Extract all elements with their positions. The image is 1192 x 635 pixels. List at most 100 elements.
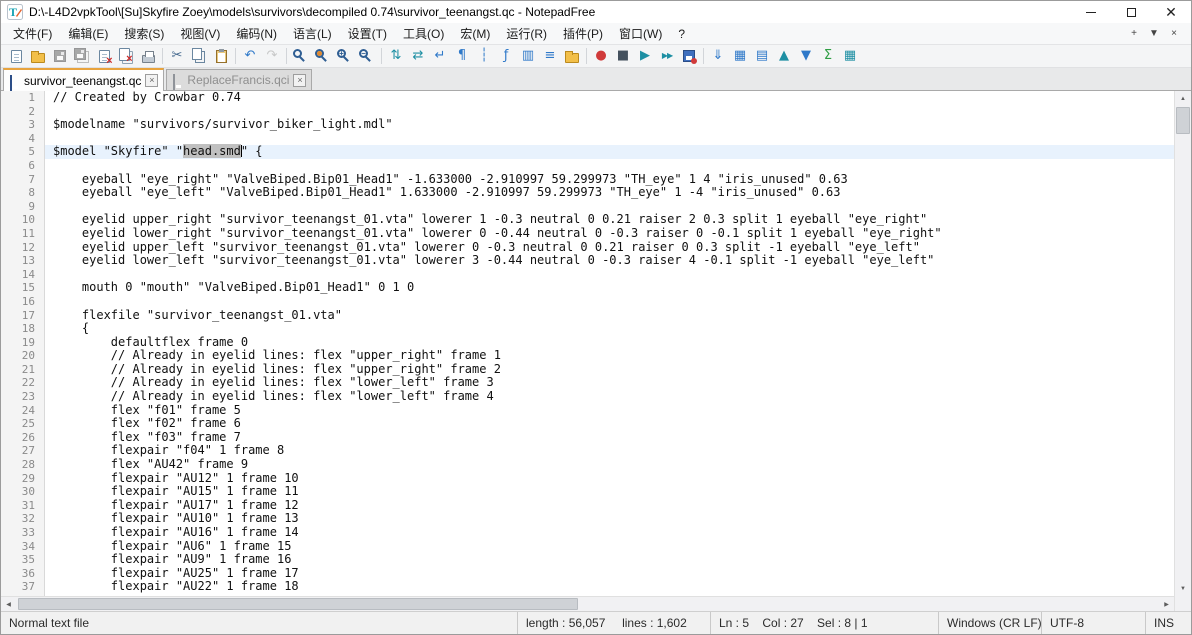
menu-plugins[interactable]: 插件(P) (555, 23, 611, 44)
menu-search[interactable]: 搜索(S) (116, 23, 172, 44)
table-sheet-button[interactable]: ▤ (751, 45, 773, 67)
tab-replacefrancis-qci[interactable]: ReplaceFrancis.qci × (166, 69, 313, 90)
menu-view[interactable]: 视图(V) (172, 23, 228, 44)
tab-close-button[interactable]: × (145, 74, 159, 87)
show-all-chars-button[interactable]: ¶ (451, 45, 473, 67)
menu-encoding[interactable]: 编码(N) (228, 23, 285, 44)
code-line[interactable]: flex "f01" frame 5 (53, 403, 1174, 418)
close-window-button[interactable]: ✕ (1151, 1, 1191, 23)
horizontal-scrollbar[interactable]: ◀ ▶ (1, 596, 1174, 611)
sync-horizontal-scroll-button[interactable]: ⇄ (407, 45, 429, 67)
copy-button[interactable] (188, 45, 210, 67)
close-all-docs-button[interactable] (115, 45, 137, 67)
code-line[interactable]: { (53, 321, 1174, 336)
paste-button[interactable] (210, 45, 232, 67)
code-line[interactable]: eyeball "eye_left" "ValveBiped.Bip01_Hea… (53, 186, 1174, 200)
code-line[interactable]: flexpair "AU9" 1 frame 16 (53, 553, 1174, 567)
zoom-in-button[interactable] (334, 45, 356, 67)
vertical-scroll-thumb[interactable] (1176, 107, 1190, 134)
new-tab-button[interactable]: + (1125, 25, 1143, 42)
close-doc-button[interactable] (93, 45, 115, 67)
code-line[interactable]: // Already in eyelid lines: flex "upper_… (53, 362, 1174, 377)
code-line[interactable]: // Already in eyelid lines: flex "lower_… (53, 389, 1174, 404)
cut-button[interactable]: ✂ (166, 45, 188, 67)
code-line[interactable] (53, 268, 1174, 282)
run-macro-multiple-button[interactable]: ▶▶ (656, 45, 678, 67)
code-line[interactable] (53, 132, 1174, 146)
code-line[interactable]: mouth 0 "mouth" "ValveBiped.Bip01_Head1"… (53, 281, 1174, 295)
menu-tools[interactable]: 工具(O) (395, 23, 452, 44)
menu-language[interactable]: 语言(L) (285, 23, 340, 44)
tab-survivor-teenangst-qc[interactable]: survivor_teenangst.qc × (3, 68, 165, 91)
code-line[interactable]: eyelid upper_left "survivor_teenangst_01… (53, 240, 1174, 255)
code-line[interactable]: flex "AU42" frame 9 (53, 457, 1174, 472)
code-line[interactable]: flexpair "AU6" 1 frame 15 (53, 539, 1174, 554)
code-line[interactable]: flexpair "AU12" 1 frame 10 (53, 471, 1174, 486)
sum-button[interactable]: Σ (817, 45, 839, 67)
menu-edit[interactable]: 编辑(E) (60, 23, 116, 44)
code-line[interactable] (53, 105, 1174, 119)
doc-list-button[interactable]: ≡ (539, 45, 561, 67)
code-line[interactable] (53, 200, 1174, 214)
print-button[interactable] (137, 45, 159, 67)
code-line[interactable]: flexpair "AU17" 1 frame 12 (53, 498, 1174, 513)
code-line[interactable] (53, 295, 1174, 309)
horizontal-scroll-track[interactable] (16, 597, 1159, 611)
code-line[interactable]: flexpair "AU22" 1 frame 18 (53, 580, 1174, 594)
scroll-up-arrow-icon[interactable]: ▲ (1175, 91, 1191, 106)
menu-settings[interactable]: 设置(T) (340, 23, 395, 44)
code-line[interactable]: defaultflex frame 0 (53, 335, 1174, 350)
scroll-down-arrow-icon[interactable]: ▼ (1175, 581, 1191, 596)
code-line[interactable]: flexfile "survivor_teenangst_01.vta" (53, 308, 1174, 323)
sync-vertical-scroll-button[interactable]: ⇅ (385, 45, 407, 67)
vertical-scrollbar[interactable]: ▲ ▼ (1175, 91, 1191, 596)
open-file-button[interactable] (27, 45, 49, 67)
maximize-button[interactable] (1111, 1, 1151, 23)
close-tab-button[interactable]: × (1165, 25, 1183, 42)
code-line[interactable]: flexpair "AU25" 1 frame 17 (53, 566, 1174, 581)
code-line[interactable]: eyelid upper_right "survivor_teenangst_0… (53, 213, 1174, 227)
doc-map-button[interactable]: ▥ (517, 45, 539, 67)
export-doc-button[interactable]: ⇓ (707, 45, 729, 67)
code-line[interactable]: // Created by Crowbar 0.74 (53, 91, 1174, 105)
record-macro-button[interactable]: ● (590, 45, 612, 67)
stop-macro-button[interactable]: ■ (612, 45, 634, 67)
code-line[interactable]: eyeball "eye_right" "ValveBiped.Bip01_He… (53, 172, 1174, 187)
menu-macro[interactable]: 宏(M) (452, 23, 498, 44)
code-line[interactable]: // Already in eyelid lines: flex "lower_… (53, 376, 1174, 390)
indent-guide-button[interactable]: ┆ (473, 45, 495, 67)
text-editor[interactable]: 1 2 3 4 5 6 7 8 9 10 11 12 13 14 15 16 17 18 19 20 21 22 23 24 2… (1, 91, 1174, 596)
sort-ascending-button[interactable]: ▲ (773, 45, 795, 67)
menu-file[interactable]: 文件(F) (5, 23, 60, 44)
menu-window[interactable]: 窗口(W) (611, 23, 670, 44)
table-grid-button[interactable]: ▦ (729, 45, 751, 67)
menu-help[interactable]: ? (670, 23, 693, 44)
menu-run[interactable]: 运行(R) (498, 23, 555, 44)
undo-button[interactable]: ↶ (239, 45, 261, 67)
tab-close-button[interactable]: × (293, 73, 307, 87)
replace-button[interactable] (312, 45, 334, 67)
code-line[interactable]: flex "f02" frame 6 (53, 417, 1174, 431)
code-line[interactable]: flexpair "AU15" 1 frame 11 (53, 485, 1174, 499)
folder-workspace-button[interactable] (561, 45, 583, 67)
code-line[interactable]: flexpair "AU16" 1 frame 14 (53, 525, 1174, 540)
minimize-button[interactable] (1071, 1, 1111, 23)
scroll-left-arrow-icon[interactable]: ◀ (1, 597, 16, 611)
code-line[interactable]: flex "f03" frame 7 (53, 430, 1174, 445)
sort-descending-button[interactable]: ▼ (795, 45, 817, 67)
scroll-right-arrow-icon[interactable]: ▶ (1159, 597, 1174, 611)
code-line[interactable]: // Already in eyelid lines: flex "upper_… (53, 349, 1174, 363)
zoom-out-button[interactable] (356, 45, 378, 67)
find-button[interactable] (290, 45, 312, 67)
code-line[interactable]: $modelname "survivors/survivor_biker_lig… (53, 118, 1174, 132)
export-grid-button[interactable]: ▦ (839, 45, 861, 67)
code-line[interactable]: flexpair "f04" 1 frame 8 (53, 444, 1174, 458)
code-line[interactable]: flexpair "AU10" 1 frame 13 (53, 512, 1174, 526)
code-line[interactable]: eyelid lower_right "survivor_teenangst_0… (53, 226, 1174, 241)
code-line[interactable] (53, 159, 1174, 173)
code-line[interactable]: $model "Skyfire" "head.smd" { (45, 144, 1174, 159)
horizontal-scroll-thumb[interactable] (18, 598, 579, 610)
word-wrap-button[interactable]: ↵ (429, 45, 451, 67)
new-file-button[interactable] (5, 45, 27, 67)
play-macro-button[interactable]: ▶ (634, 45, 656, 67)
